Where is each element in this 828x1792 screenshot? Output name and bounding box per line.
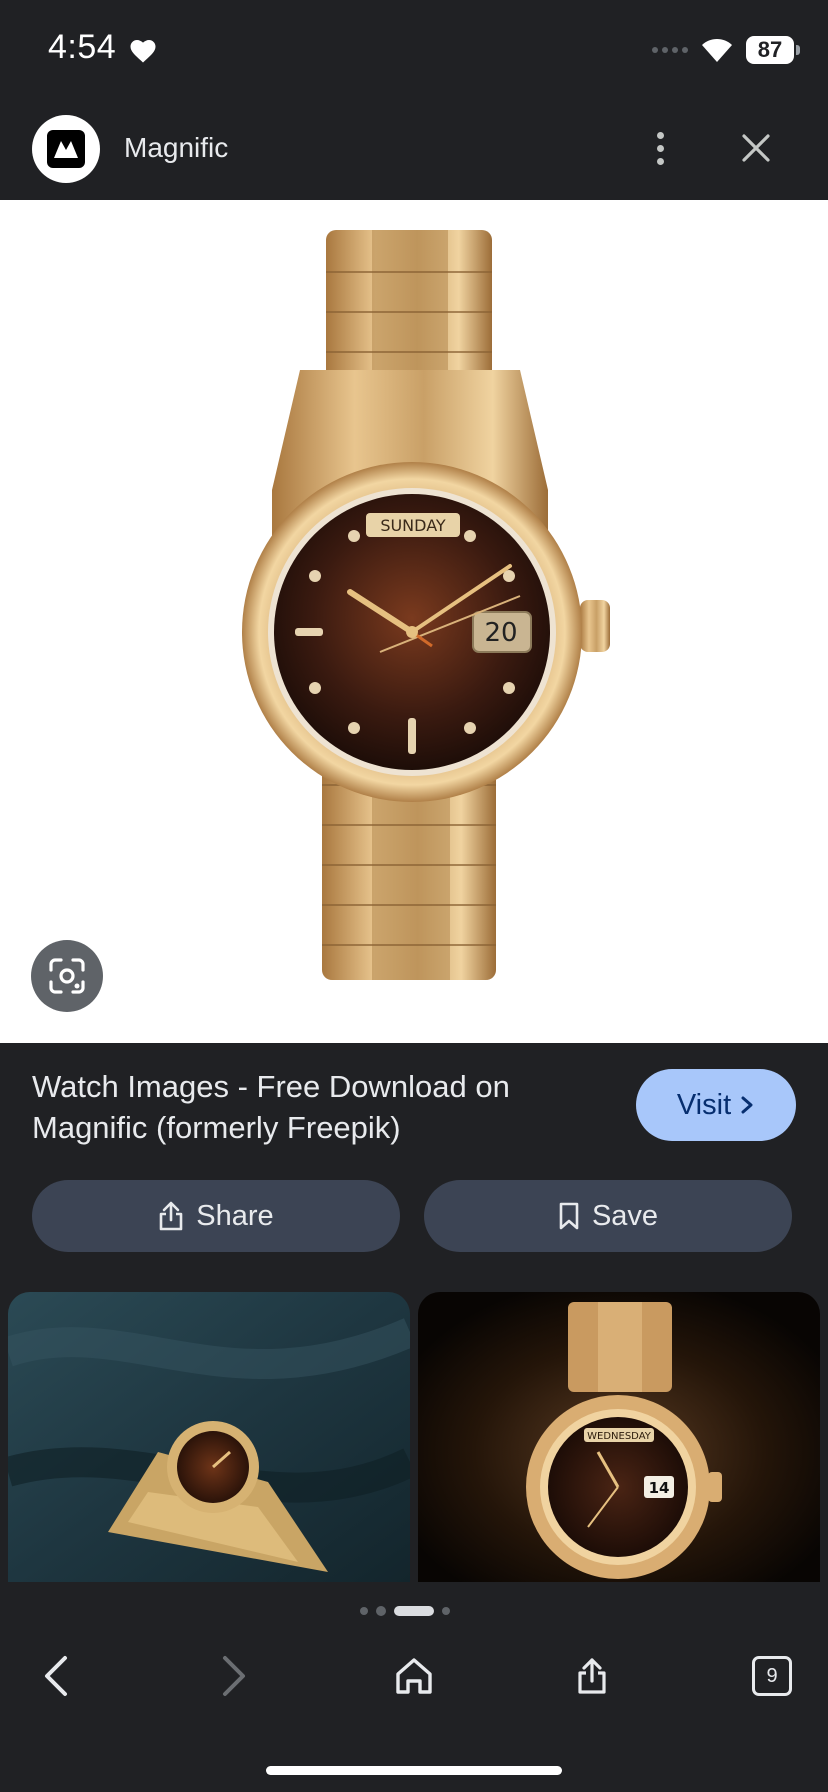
thumbnail-date-label: 14	[649, 1479, 670, 1497]
home-indicator	[266, 1766, 562, 1775]
share-icon	[578, 1658, 606, 1694]
save-label: Save	[591, 1199, 659, 1232]
share-icon	[159, 1201, 183, 1231]
heart-icon	[130, 40, 156, 63]
bookmark-icon	[559, 1202, 579, 1230]
home-button[interactable]	[382, 1644, 446, 1708]
viewer-header: Magnific	[0, 100, 828, 200]
visit-label: Visit	[676, 1088, 732, 1121]
share-button[interactable]: Share	[32, 1180, 400, 1252]
lens-icon	[49, 958, 85, 994]
date-window-label: 20	[484, 618, 517, 648]
day-window-label: SUNDAY	[380, 516, 446, 535]
visit-button[interactable]: Visit	[636, 1069, 796, 1141]
page-indicator	[360, 1606, 450, 1616]
back-button[interactable]	[24, 1644, 88, 1708]
status-bar: 4:54 87	[0, 0, 828, 100]
related-image-thumbnail[interactable]: WEDNESDAY 14	[418, 1292, 820, 1582]
status-time: 4:54	[48, 28, 117, 66]
chevron-left-icon	[45, 1656, 67, 1696]
tab-count: 9	[752, 1656, 792, 1696]
tabs-button[interactable]: 9	[740, 1644, 804, 1708]
thumbnail-day-label: WEDNESDAY	[587, 1431, 652, 1442]
watch-on-fabric-image	[8, 1292, 410, 1582]
more-options-icon[interactable]	[644, 126, 676, 170]
share-label: Share	[196, 1199, 274, 1232]
battery-indicator: 87	[746, 36, 800, 64]
signal-icon	[652, 47, 688, 53]
site-logo[interactable]	[32, 115, 100, 183]
result-title[interactable]: Watch Images - Free Download on Magnific…	[32, 1066, 592, 1148]
share-page-button[interactable]	[560, 1644, 624, 1708]
wifi-icon	[702, 39, 732, 62]
related-image-thumbnail[interactable]	[8, 1292, 410, 1582]
chevron-right-icon	[223, 1656, 245, 1696]
forward-button[interactable]	[202, 1644, 266, 1708]
save-button[interactable]: Save	[424, 1180, 792, 1252]
close-icon[interactable]	[736, 126, 776, 170]
home-icon	[396, 1658, 432, 1694]
rolex-watch-image: WEDNESDAY 14	[418, 1292, 820, 1582]
chevron-right-icon	[741, 1096, 753, 1114]
bottom-navigation: 9	[0, 1582, 828, 1792]
magnific-logo-icon	[47, 130, 85, 168]
lens-search-button[interactable]	[31, 940, 103, 1012]
site-name[interactable]: Magnific	[124, 132, 228, 164]
main-image[interactable]: SUNDAY 20	[0, 200, 828, 1043]
watch-image: SUNDAY 20	[242, 230, 610, 980]
status-indicators: 87	[652, 32, 800, 68]
